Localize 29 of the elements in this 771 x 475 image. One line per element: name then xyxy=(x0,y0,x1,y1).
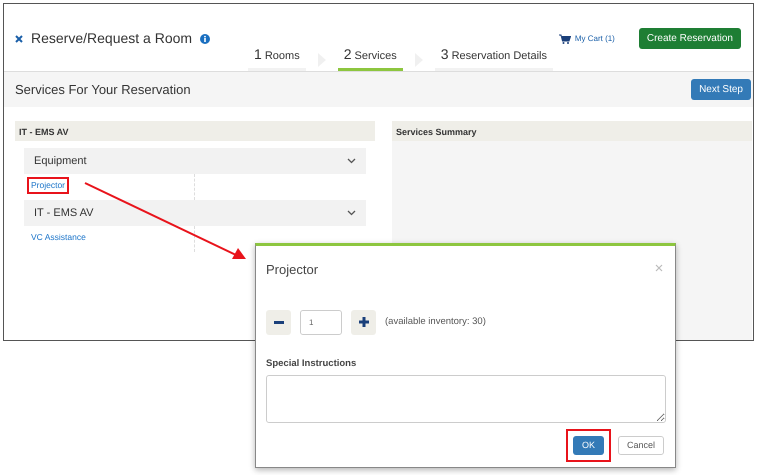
decrease-button[interactable] xyxy=(266,310,291,334)
chevron-down-icon xyxy=(347,158,356,164)
accordion-title: Equipment xyxy=(34,154,87,169)
service-link[interactable]: VC Assistance xyxy=(31,232,86,242)
info-icon[interactable] xyxy=(200,34,210,44)
accordion-header[interactable]: IT - EMS AV xyxy=(24,200,366,226)
panel-header: IT - EMS AV xyxy=(15,121,375,141)
plus-icon xyxy=(358,317,368,327)
field-label: Special Instructions xyxy=(266,356,358,370)
section-title: Services For Your Reservation xyxy=(15,80,191,99)
close-icon[interactable] xyxy=(15,34,23,42)
service-link[interactable]: Projector xyxy=(31,180,66,190)
accordion-title: IT - EMS AV xyxy=(34,206,94,221)
chevron-down-icon xyxy=(347,210,356,216)
inventory-text: (available inventory: 30) xyxy=(385,314,486,329)
ok-button[interactable]: OK xyxy=(572,436,604,455)
cart-icon xyxy=(558,34,571,44)
cancel-button[interactable]: Cancel xyxy=(618,436,664,455)
minus-icon xyxy=(274,320,284,324)
create-reservation-button[interactable]: Create Reservation xyxy=(638,28,741,49)
dialog-title: Projector xyxy=(266,261,318,279)
panel-header: Services Summary xyxy=(392,121,752,141)
page-title: Reserve/Request a Room xyxy=(31,29,192,48)
increase-button[interactable] xyxy=(351,310,376,334)
accordion-header[interactable]: Equipment xyxy=(24,148,366,174)
next-step-button[interactable]: Next Step xyxy=(691,79,751,100)
instructions-field[interactable] xyxy=(266,374,666,423)
cart-link[interactable]: My Cart (1) xyxy=(558,32,615,44)
quantity-field[interactable]: 1 xyxy=(300,310,342,334)
